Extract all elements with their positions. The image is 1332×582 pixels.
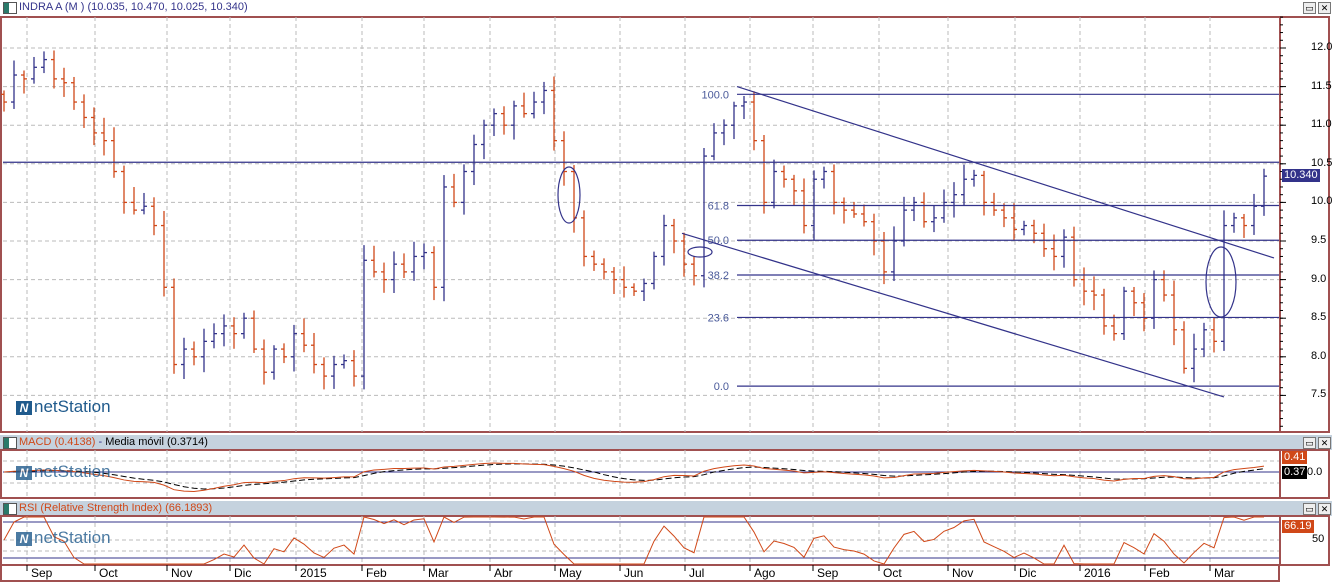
fib-level-label: 61.8 xyxy=(708,200,729,212)
x-tick-label: Nov xyxy=(952,566,974,580)
fib-level-label: 100.0 xyxy=(701,89,729,101)
x-tick-label: 2016 xyxy=(1084,566,1111,580)
macd-signal-tag: 0.37 xyxy=(1282,466,1308,479)
rsi-y-tick: 50 xyxy=(1312,533,1325,545)
annotation-ellipse xyxy=(557,166,581,224)
y-tick-label: 10.0 xyxy=(1311,195,1332,208)
x-tick-label: Mar xyxy=(428,566,449,580)
x-tick-label: Feb xyxy=(366,566,387,580)
y-tick-label: 8.0 xyxy=(1311,349,1327,362)
y-tick-label: 12.0 xyxy=(1311,41,1332,53)
last-price-tag: 10.340 xyxy=(1282,169,1320,182)
x-tick-label: Abr xyxy=(494,566,513,580)
main-panel-frame xyxy=(0,16,1330,433)
x-tick-label: Dic xyxy=(1019,566,1037,580)
x-tick-label: Oct xyxy=(99,566,118,580)
y-tick-label: 9.0 xyxy=(1311,272,1327,285)
chart-canvas[interactable]: 100.0 61.8 50.0 38.2 23.6 0.0 xyxy=(0,0,1332,582)
y-tick-label: 10.5 xyxy=(1311,156,1332,169)
y-tick-label: 8.5 xyxy=(1311,311,1327,324)
macd-y-tick: 0.0 xyxy=(1307,466,1323,478)
fib-level-label: 38.2 xyxy=(708,270,729,282)
x-tick-label: May xyxy=(559,566,582,580)
y-tick-label: 11.0 xyxy=(1311,118,1332,131)
x-tick-label: Jun xyxy=(624,566,644,580)
netstation-logo: NnetStation xyxy=(16,528,111,548)
fib-level-label: 50.0 xyxy=(708,235,729,247)
rsi-value-tag: 66.19 xyxy=(1282,520,1314,533)
y-tick-label: 9.5 xyxy=(1311,234,1327,246)
x-tick-label: Feb xyxy=(1149,566,1170,580)
x-tick-label: Sep xyxy=(31,566,53,580)
x-tick-label: Nov xyxy=(171,566,193,580)
fib-level-label: 23.6 xyxy=(708,312,729,324)
channel-lower-trendline xyxy=(681,232,1225,398)
x-tick-label: Ago xyxy=(754,566,776,580)
y-tick-label: 7.5 xyxy=(1311,388,1327,401)
netstation-logo: NnetStation xyxy=(16,462,111,482)
x-tick-label: Dic xyxy=(234,566,252,580)
x-tick-label: Sep xyxy=(817,566,839,580)
fib-level-label: 0.0 xyxy=(714,381,729,393)
y-tick-label: 11.5 xyxy=(1311,79,1332,92)
annotation-ellipse xyxy=(687,246,713,258)
channel-upper-trendline xyxy=(736,86,1275,259)
macd-line xyxy=(3,462,1265,492)
annotation-ellipse xyxy=(1205,246,1237,318)
x-tick-label: Oct xyxy=(883,566,902,580)
x-tick-label: 2015 xyxy=(300,566,327,580)
x-tick-label: Jul xyxy=(689,566,705,580)
macd-value-tag: 0.41 xyxy=(1282,451,1308,464)
netstation-logo: NnetStation xyxy=(16,397,111,417)
x-tick-label: Mar xyxy=(1214,566,1235,580)
